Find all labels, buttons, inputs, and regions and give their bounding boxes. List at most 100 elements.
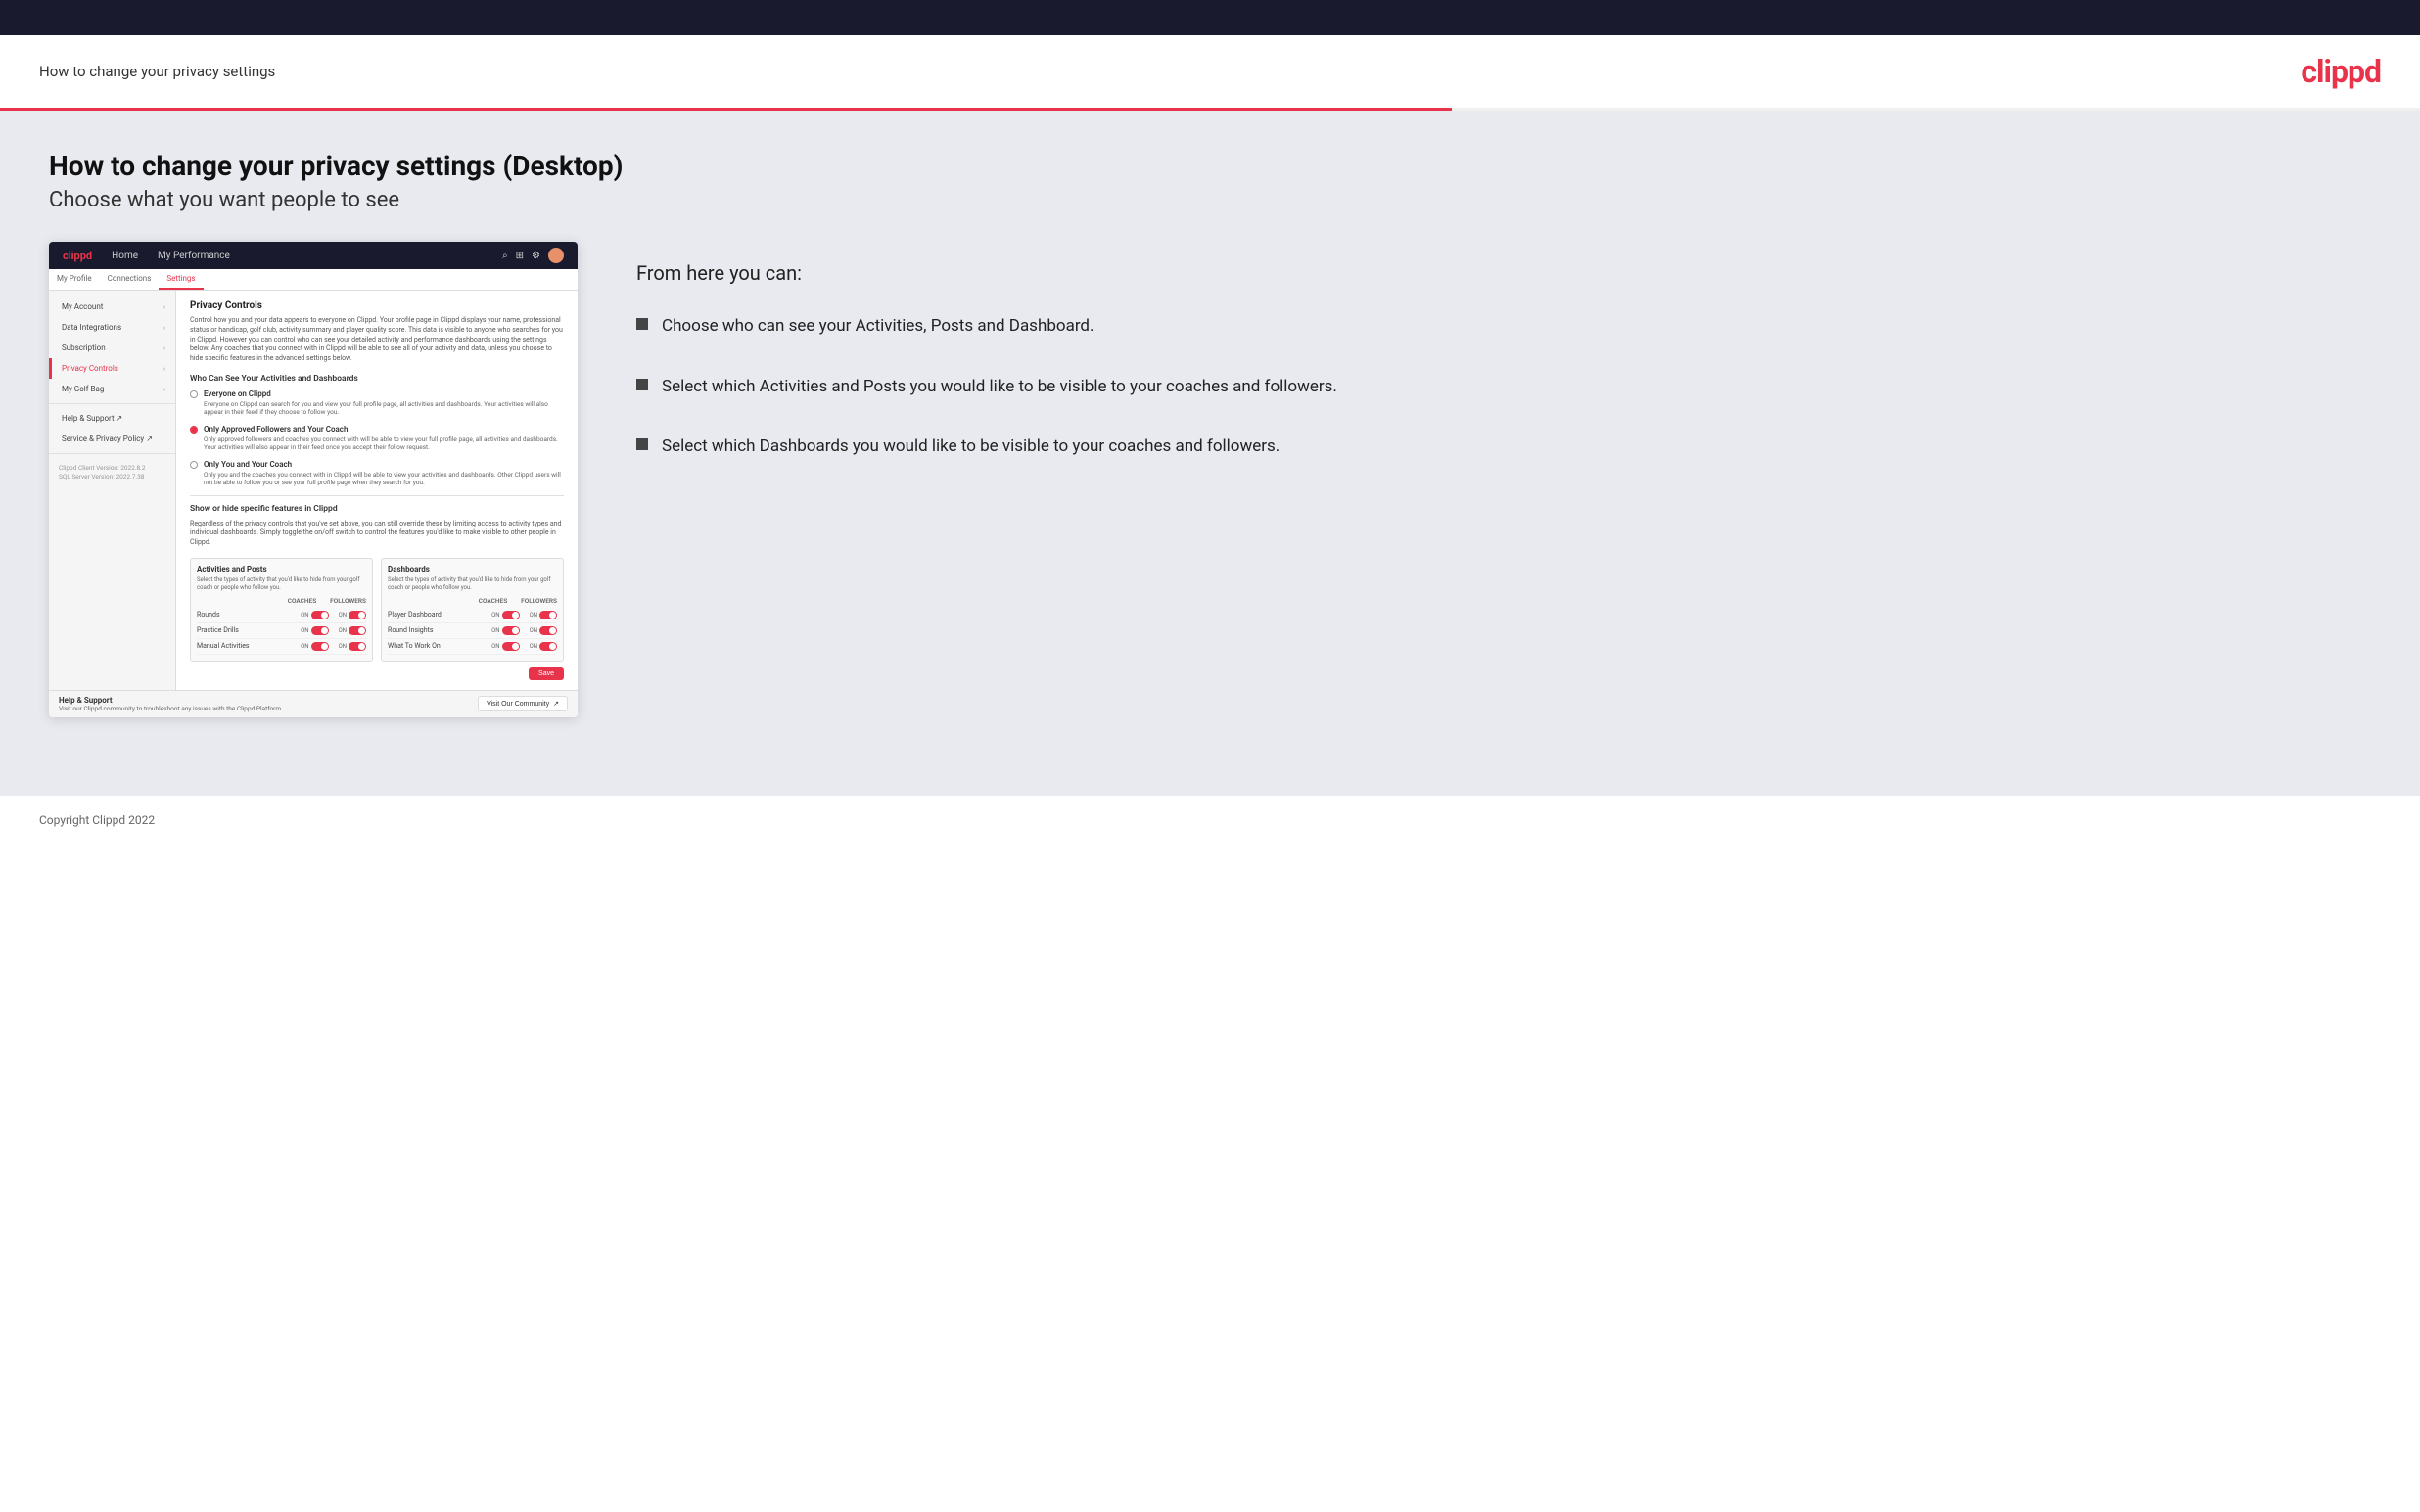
practice-drills-toggles: ON ON <box>301 626 366 635</box>
manual-followers-toggle[interactable]: ON <box>339 642 366 651</box>
player-dashboard-label: Player Dashboard <box>388 611 491 619</box>
manual-coaches-switch[interactable] <box>311 642 329 651</box>
radio-group: Everyone on Clippd Everyone on Clippd ca… <box>190 389 564 487</box>
practice-followers-toggle[interactable]: ON <box>339 626 366 635</box>
info-column: From here you can: Choose who can see yo… <box>636 242 2371 495</box>
radio-followers-label: Only Approved Followers and Your Coach <box>204 425 564 434</box>
mock-sidebar-data-integrations[interactable]: Data Integrations › <box>49 317 175 338</box>
section-divider <box>190 495 564 496</box>
page-title: How to change your privacy settings (Des… <box>49 150 2371 182</box>
rounds-coaches-toggle[interactable]: ON <box>301 611 328 619</box>
mock-tab-profile[interactable]: My Profile <box>49 269 100 290</box>
mock-tab-connections[interactable]: Connections <box>100 269 160 290</box>
mock-sidebar-help-support[interactable]: Help & Support ↗ <box>49 408 175 429</box>
mock-sidebar-privacy-controls[interactable]: Privacy Controls › <box>49 358 175 379</box>
logo: clippd <box>2301 53 2381 90</box>
mock-sidebar-my-account[interactable]: My Account › <box>49 297 175 317</box>
bullet-text-1: Choose who can see your Activities, Post… <box>662 314 1094 340</box>
chevron-right-icon: › <box>163 386 165 393</box>
insights-followers-toggle[interactable]: ON <box>530 626 557 635</box>
bullet-item-1: Choose who can see your Activities, Post… <box>636 314 2371 340</box>
mock-sidebar-my-golf-bag[interactable]: My Golf Bag › <box>49 379 175 399</box>
visit-community-button[interactable]: Visit Our Community ↗ <box>478 696 568 711</box>
radio-followers-text: Only Approved Followers and Your Coach O… <box>204 425 564 452</box>
manual-activities-row: Manual Activities ON ON <box>197 639 366 655</box>
bullet-square-3 <box>636 438 648 450</box>
insights-coaches-switch[interactable] <box>502 626 520 635</box>
mock-sidebar-subscription[interactable]: Subscription › <box>49 338 175 358</box>
coaches-col-label: COACHES <box>288 597 316 605</box>
activities-posts-box: Activities and Posts Select the types of… <box>190 558 373 662</box>
bullet-item-2: Select which Activities and Posts you wo… <box>636 375 2371 400</box>
work-coaches-toggle[interactable]: ON <box>491 642 519 651</box>
grid-icon: ⊞ <box>516 251 524 261</box>
page-subtitle: Choose what you want people to see <box>49 188 2371 212</box>
chevron-right-icon: › <box>163 324 165 332</box>
manual-followers-switch[interactable] <box>349 642 366 651</box>
activities-toggle-header: COACHES FOLLOWERS <box>197 597 366 605</box>
player-coaches-toggle[interactable]: ON <box>491 611 519 619</box>
who-can-see-title: Who Can See Your Activities and Dashboar… <box>190 374 564 384</box>
dashboards-followers-col-label: FOLLOWERS <box>521 597 557 605</box>
practice-coaches-toggle[interactable]: ON <box>301 626 328 635</box>
player-coaches-switch[interactable] <box>502 611 520 619</box>
radio-only-you[interactable]: Only You and Your Coach Only you and the… <box>190 460 564 487</box>
avatar <box>548 248 564 263</box>
rounds-row: Rounds ON ON <box>197 608 366 623</box>
insights-followers-switch[interactable] <box>539 626 557 635</box>
mock-sidebar-my-account-label: My Account <box>62 302 103 311</box>
rounds-coaches-switch[interactable] <box>311 611 329 619</box>
work-coaches-switch[interactable] <box>502 642 520 651</box>
bullet-text-2: Select which Activities and Posts you wo… <box>662 375 1337 400</box>
radio-only-you-text: Only You and Your Coach Only you and the… <box>204 460 564 487</box>
radio-only-you-input[interactable] <box>190 461 198 469</box>
radio-everyone-desc: Everyone on Clippd can search for you an… <box>204 400 564 417</box>
work-followers-switch[interactable] <box>539 642 557 651</box>
player-followers-switch[interactable] <box>539 611 557 619</box>
radio-only-you-label: Only You and Your Coach <box>204 460 564 469</box>
what-to-work-on-toggles: ON ON <box>491 642 557 651</box>
round-insights-label: Round Insights <box>388 626 491 634</box>
radio-followers-desc: Only approved followers and coaches you … <box>204 435 564 452</box>
mock-nav-icons: ⌕ ⊞ ⚙ <box>502 248 564 263</box>
mock-tabs-row: My Profile Connections Settings <box>49 269 578 291</box>
radio-everyone-input[interactable] <box>190 390 198 398</box>
mock-help-text: Help & Support Visit our Clippd communit… <box>59 696 283 712</box>
dashboards-desc: Select the types of activity that you'd … <box>388 576 557 592</box>
radio-everyone-label: Everyone on Clippd <box>204 389 564 398</box>
work-followers-toggle[interactable]: ON <box>530 642 557 651</box>
mock-sidebar-service-privacy[interactable]: Service & Privacy Policy ↗ <box>49 429 175 449</box>
from-here-title: From here you can: <box>636 261 2371 285</box>
screenshot-mock: clippd Home My Performance ⌕ ⊞ ⚙ My Prof… <box>49 242 578 717</box>
chevron-right-icon: › <box>163 303 165 311</box>
sidebar-divider <box>49 403 175 404</box>
radio-followers[interactable]: Only Approved Followers and Your Coach O… <box>190 425 564 452</box>
mock-sidebar-privacy-controls-label: Privacy Controls <box>62 364 118 373</box>
footer: Copyright Clippd 2022 <box>0 796 2420 842</box>
practice-followers-switch[interactable] <box>349 626 366 635</box>
rounds-toggles: ON ON <box>301 611 366 619</box>
toggle-section: Activities and Posts Select the types of… <box>190 558 564 662</box>
footer-text: Copyright Clippd 2022 <box>39 813 155 827</box>
rounds-followers-toggle[interactable]: ON <box>339 611 366 619</box>
privacy-controls-desc: Control how you and your data appears to… <box>190 316 564 364</box>
insights-coaches-toggle[interactable]: ON <box>491 626 519 635</box>
mock-tab-settings[interactable]: Settings <box>159 269 203 290</box>
save-button[interactable]: Save <box>529 667 564 680</box>
player-dashboard-row: Player Dashboard ON ON <box>388 608 557 623</box>
practice-drills-label: Practice Drills <box>197 626 301 634</box>
radio-everyone[interactable]: Everyone on Clippd Everyone on Clippd ca… <box>190 389 564 417</box>
bullet-item-3: Select which Dashboards you would like t… <box>636 435 2371 460</box>
practice-coaches-switch[interactable] <box>311 626 329 635</box>
mock-sidebar-help-support-label: Help & Support ↗ <box>62 414 122 423</box>
radio-followers-input[interactable] <box>190 426 198 434</box>
top-bar <box>0 0 2420 35</box>
manual-coaches-toggle[interactable]: ON <box>301 642 328 651</box>
rounds-followers-switch[interactable] <box>349 611 366 619</box>
mock-body: My Account › Data Integrations › Subscri… <box>49 291 578 690</box>
player-followers-toggle[interactable]: ON <box>530 611 557 619</box>
radio-everyone-text: Everyone on Clippd Everyone on Clippd ca… <box>204 389 564 417</box>
player-dashboard-toggles: ON ON <box>491 611 557 619</box>
mock-sidebar-my-golf-bag-label: My Golf Bag <box>62 385 104 393</box>
mock-navbar: clippd Home My Performance ⌕ ⊞ ⚙ <box>49 242 578 269</box>
